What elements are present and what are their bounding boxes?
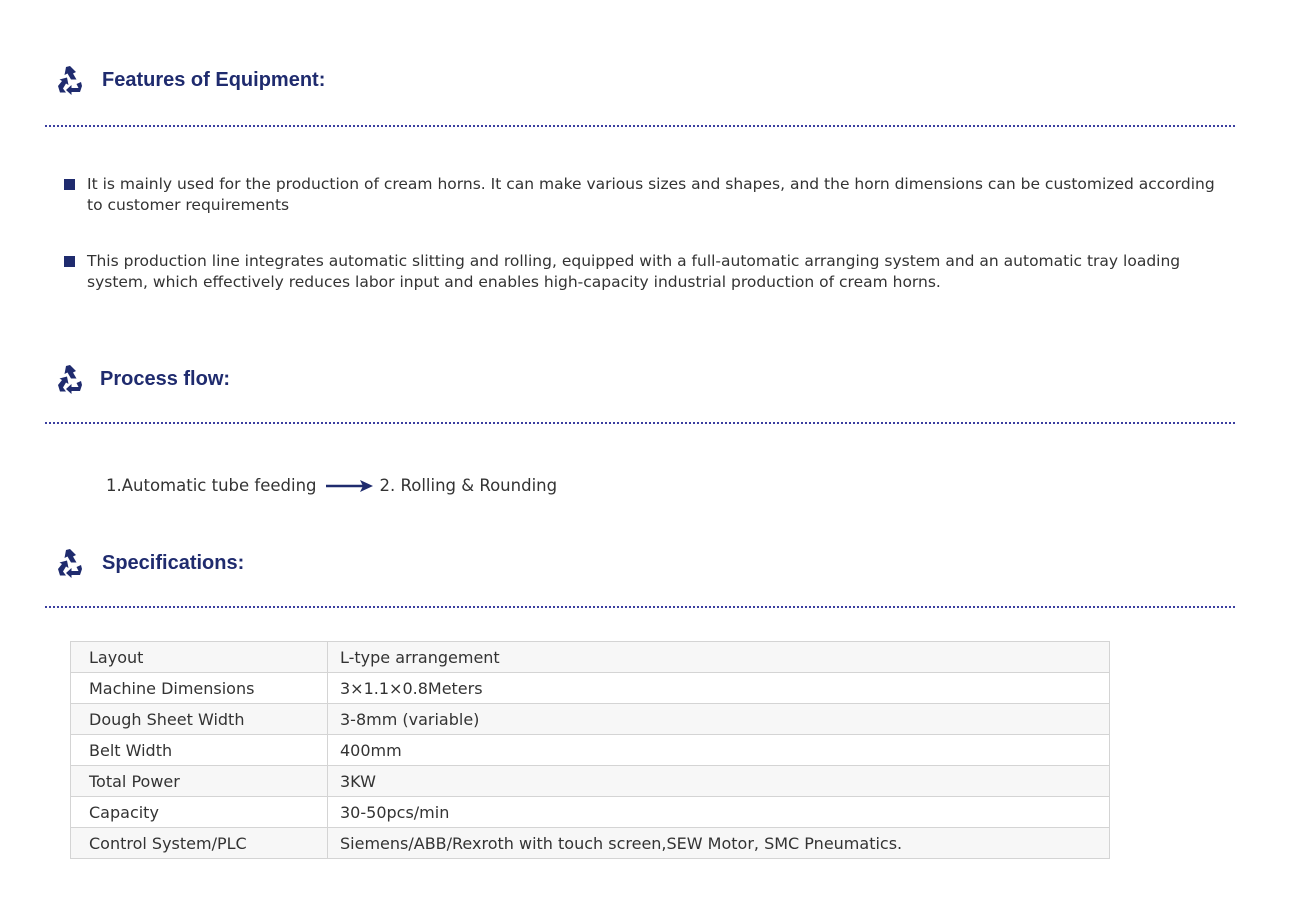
table-row: Machine Dimensions 3×1.1×0.8Meters (70, 672, 1110, 704)
arrow-right-icon (325, 479, 373, 492)
specs-heading: Specifications: (54, 546, 244, 580)
specs-title: Specifications: (102, 551, 245, 574)
bullet-text: This production line integrates automati… (87, 252, 1181, 291)
square-bullet-icon (64, 179, 75, 190)
process-step: 2. Rolling & Rounding (379, 476, 558, 495)
spec-value: Siemens/ABB/Rexroth with touch screen,SE… (327, 827, 1110, 859)
process-heading: Process flow: (54, 362, 230, 396)
recycle-icon (58, 365, 82, 394)
square-bullet-icon (64, 256, 75, 267)
spec-value: 3KW (327, 765, 1110, 797)
recycle-icon (58, 66, 82, 95)
recycle-icon (58, 549, 82, 578)
spec-label: Dough Sheet Width (70, 703, 328, 735)
list-item: It is mainly used for the production of … (64, 174, 1224, 216)
features-heading: Features of Equipment: (54, 63, 325, 97)
process-step: 1.Automatic tube feeding (106, 476, 317, 495)
table-row: Capacity 30-50pcs/min (70, 796, 1110, 828)
table-row: Layout L-type arrangement (70, 641, 1110, 673)
spec-label: Layout (70, 641, 328, 673)
spec-value: 3-8mm (variable) (327, 703, 1110, 735)
spec-value: 400mm (327, 734, 1110, 766)
specs-table: Layout L-type arrangement Machine Dimens… (70, 641, 1110, 859)
table-row: Control System/PLC Siemens/ABB/Rexroth w… (70, 827, 1110, 859)
spec-label: Machine Dimensions (70, 672, 328, 704)
divider (45, 422, 1235, 424)
table-row: Belt Width 400mm (70, 734, 1110, 766)
spec-label: Total Power (70, 765, 328, 797)
table-row: Dough Sheet Width 3-8mm (variable) (70, 703, 1110, 735)
spec-value: 30-50pcs/min (327, 796, 1110, 828)
table-row: Total Power 3KW (70, 765, 1110, 797)
process-title: Process flow: (100, 367, 231, 390)
spec-label: Belt Width (70, 734, 328, 766)
bullet-text: It is mainly used for the production of … (87, 175, 1215, 214)
divider (45, 125, 1235, 127)
features-title: Features of Equipment: (102, 68, 326, 91)
spec-value: 3×1.1×0.8Meters (327, 672, 1110, 704)
list-item: This production line integrates automati… (64, 251, 1224, 293)
spec-label: Control System/PLC (70, 827, 328, 859)
spec-value: L-type arrangement (327, 641, 1110, 673)
divider (45, 606, 1235, 608)
process-flow: 1.Automatic tube feeding 2. Rolling & Ro… (106, 476, 557, 495)
spec-label: Capacity (70, 796, 328, 828)
